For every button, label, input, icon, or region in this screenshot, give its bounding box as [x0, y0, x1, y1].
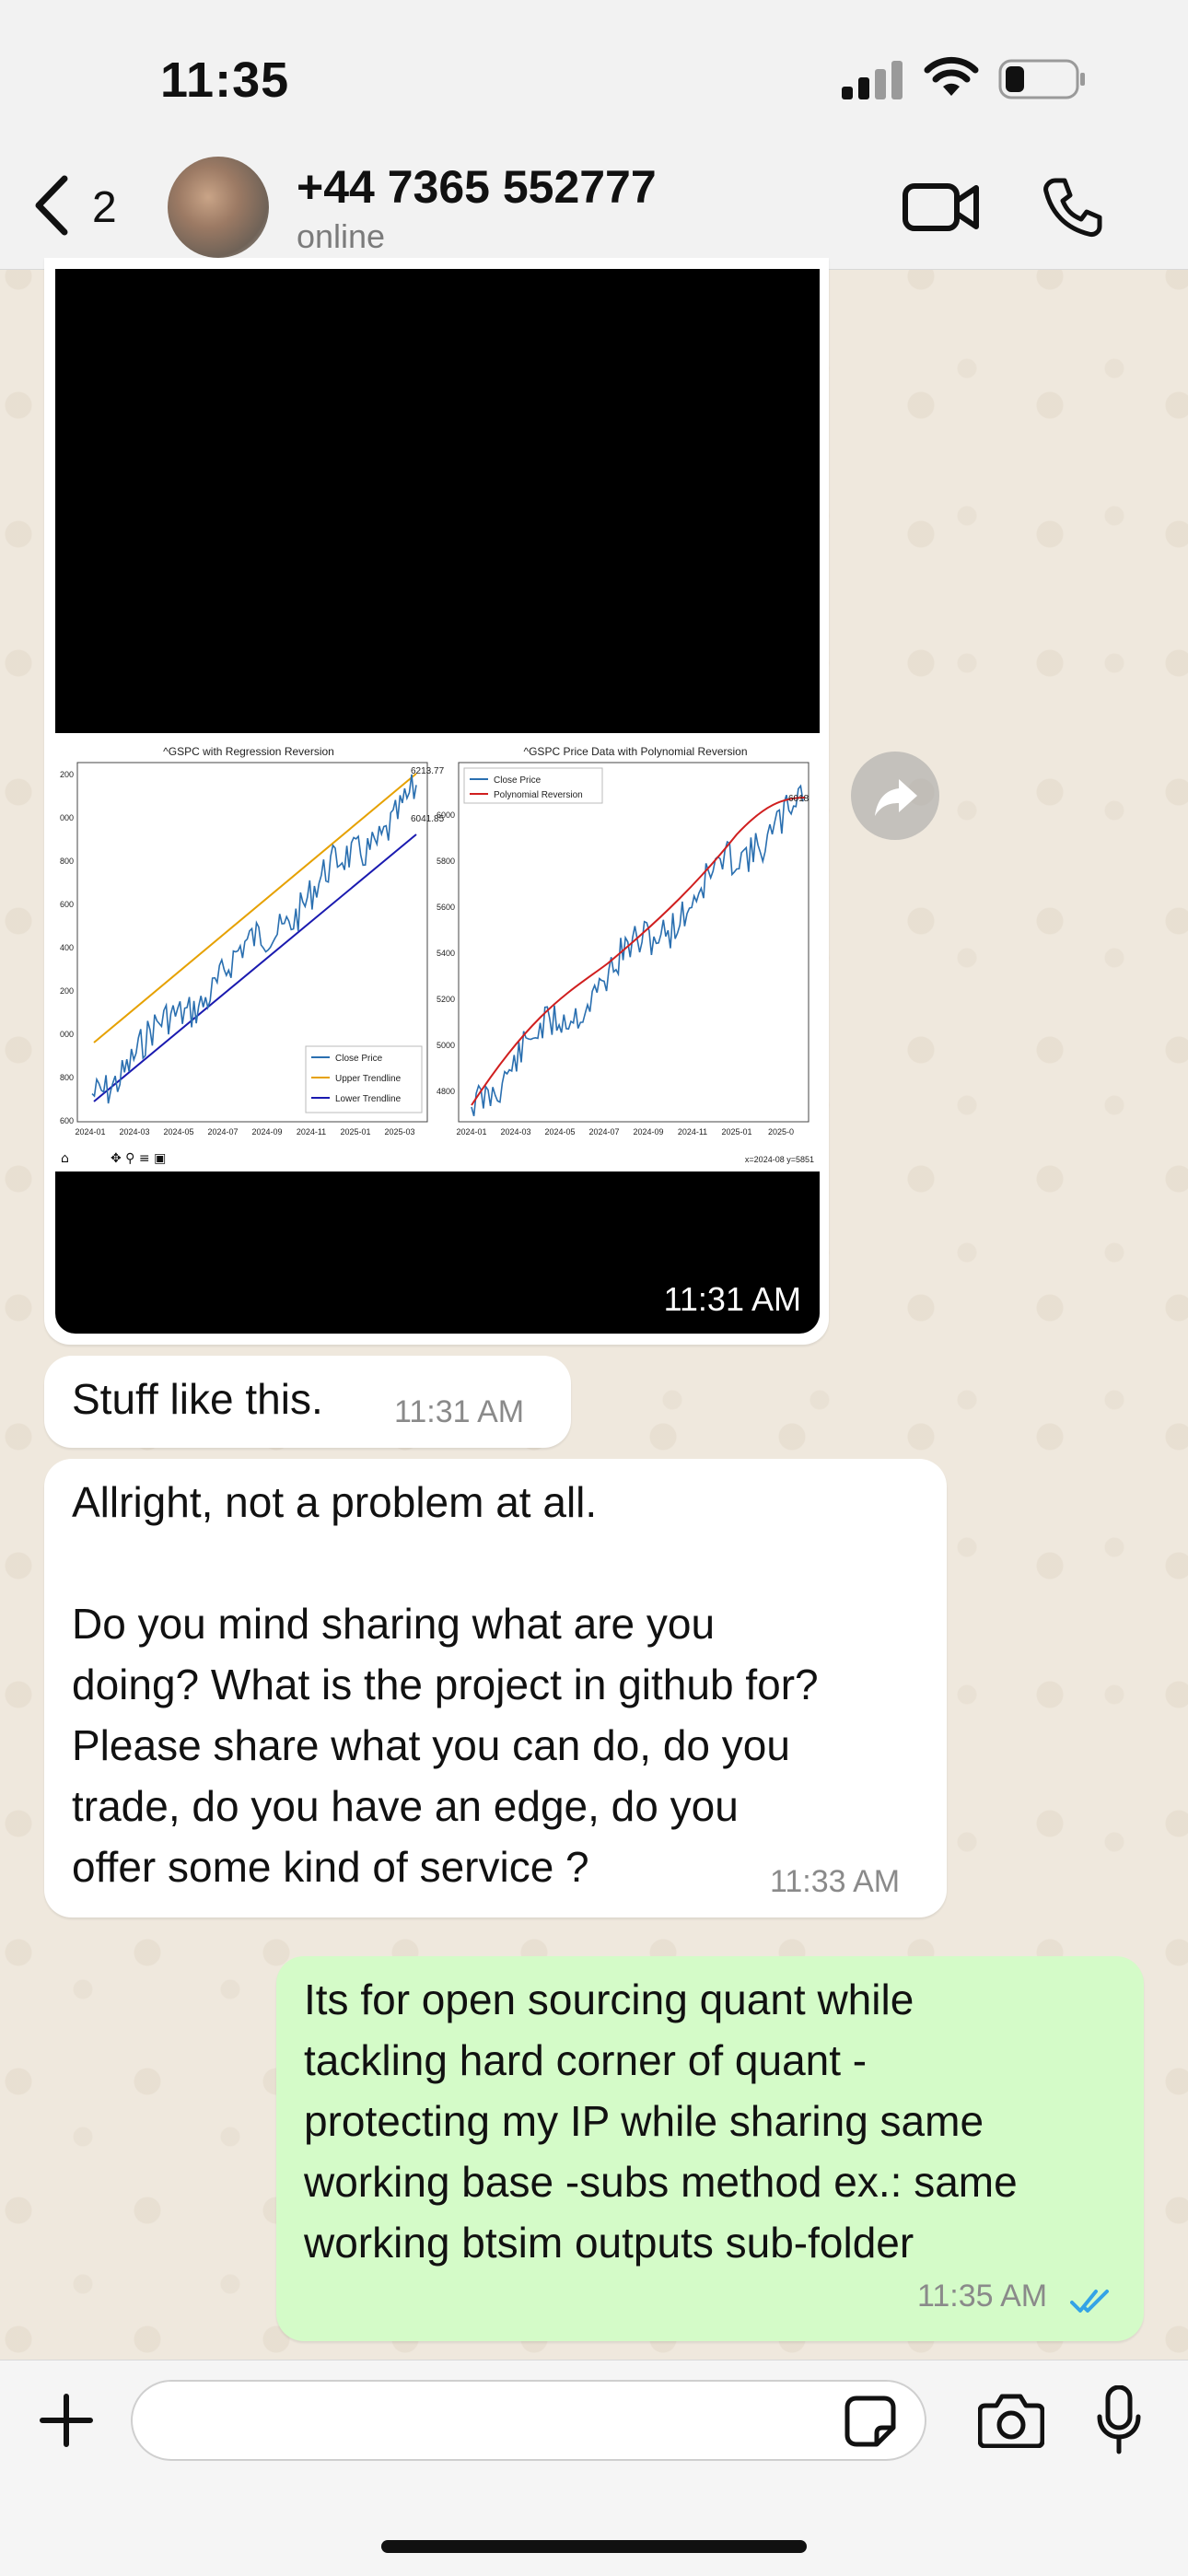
- message-text: Stuff like this.: [72, 1375, 323, 1423]
- image-black-area: [55, 269, 820, 733]
- forward-icon: [875, 779, 917, 816]
- mic-icon[interactable]: [1096, 2385, 1142, 2455]
- right-x-tick: 2025-0: [768, 1127, 794, 1136]
- message-time: 11:35 AM: [917, 2279, 1048, 2314]
- outgoing-message-bubble[interactable]: Its for open sourcing quant while tackli…: [276, 1956, 1144, 2341]
- left-y-tick: 200: [60, 986, 74, 996]
- forward-button[interactable]: [851, 752, 939, 840]
- plus-icon[interactable]: [37, 2391, 96, 2450]
- toolbar-status: x=2024-08 y=5851: [745, 1155, 814, 1164]
- right-chart-title: ^GSPC Price Data with Polynomial Reversi…: [523, 745, 747, 758]
- signal-icon: [842, 61, 903, 99]
- toolbar-home-icon: ⌂: [61, 1151, 69, 1166]
- annotation-right: 6018: [788, 794, 809, 804]
- message-time: 11:33 AM: [770, 1864, 901, 1899]
- right-y-tick: 6000: [437, 810, 455, 820]
- left-y-tick: 000: [60, 1030, 74, 1039]
- message-input[interactable]: [131, 2380, 926, 2461]
- annotation-upper: 6213.77: [411, 766, 445, 776]
- left-chart-title: ^GSPC with Regression Reversion: [163, 745, 334, 758]
- message-time: 11:31 AM: [394, 1394, 525, 1429]
- right-y-tick: 5800: [437, 857, 455, 866]
- home-indicator: [381, 2540, 807, 2553]
- left-x-tick: 2025-01: [340, 1127, 370, 1136]
- right-y-tick: 5200: [437, 995, 455, 1004]
- right-y-tick: 5600: [437, 903, 455, 912]
- left-x-tick: 2024-03: [119, 1127, 149, 1136]
- left-x-tick: 2025-03: [384, 1127, 414, 1136]
- legend-polynomial-reversion: Polynomial Reversion: [494, 790, 583, 800]
- right-x-tick: 2024-05: [544, 1127, 575, 1136]
- avatar[interactable]: [168, 157, 269, 258]
- right-x-tick: 2024-09: [633, 1127, 663, 1136]
- left-x-tick: 2024-05: [163, 1127, 193, 1136]
- video-call-icon[interactable]: [903, 177, 980, 236]
- back-chevron-icon[interactable]: [31, 173, 72, 238]
- right-y-tick: 5000: [437, 1041, 455, 1050]
- left-y-tick: 800: [60, 1073, 74, 1082]
- right-x-tick: 2024-11: [678, 1127, 707, 1136]
- battery-icon: [998, 59, 1085, 99]
- left-x-tick: 2024-01: [75, 1127, 105, 1136]
- left-y-tick: 600: [60, 1116, 74, 1125]
- left-x-tick: 2024-11: [297, 1127, 326, 1136]
- unread-count[interactable]: 2: [92, 182, 117, 233]
- message-text: Allright, not a problem at all. Do you m…: [72, 1478, 819, 1891]
- legend-lower-trendline: Lower Trendline: [335, 1094, 402, 1104]
- legend-close-price: Close Price: [335, 1054, 383, 1064]
- status-time: 11:35: [160, 52, 290, 108]
- left-y-tick: 800: [60, 857, 74, 866]
- incoming-message-bubble[interactable]: Allright, not a problem at all. Do you m…: [44, 1459, 947, 1917]
- chart-screenshot-image[interactable]: ^GSPC with Regression Reversion ^GSPC Pr…: [55, 733, 820, 1171]
- sticker-icon[interactable]: [844, 2395, 897, 2448]
- contact-status: online: [297, 217, 386, 255]
- toolbar-tools-icons: ✥ ⚲ ≡ ▣: [111, 1151, 166, 1166]
- legend-upper-trendline: Upper Trendline: [335, 1074, 402, 1084]
- left-y-tick: 400: [60, 943, 74, 952]
- contact-name[interactable]: +44 7365 552777: [297, 160, 657, 214]
- image-message-time: 11:31 AM: [663, 1280, 801, 1318]
- right-x-tick: 2024-03: [500, 1127, 530, 1136]
- message-text: Its for open sourcing quant while tackli…: [304, 1976, 1018, 2267]
- phone-icon[interactable]: [1041, 175, 1105, 239]
- right-x-tick: 2024-07: [588, 1127, 619, 1136]
- left-y-tick: 600: [60, 900, 74, 909]
- right-y-tick: 4800: [437, 1087, 455, 1096]
- right-y-tick: 5400: [437, 949, 455, 958]
- wifi-icon: [924, 56, 979, 96]
- left-y-tick: 200: [60, 770, 74, 779]
- left-y-tick: 000: [60, 813, 74, 822]
- chart-screenshot-svg: ^GSPC with Regression Reversion ^GSPC Pr…: [60, 745, 814, 1166]
- right-x-tick: 2025-01: [721, 1127, 751, 1136]
- read-ticks-icon: [1070, 2290, 1109, 2313]
- left-x-tick: 2024-09: [251, 1127, 282, 1136]
- incoming-message-bubble[interactable]: Stuff like this. 11:31 AM: [44, 1356, 571, 1448]
- left-x-tick: 2024-07: [207, 1127, 238, 1136]
- camera-icon[interactable]: [978, 2393, 1044, 2448]
- right-x-tick: 2024-01: [456, 1127, 486, 1136]
- legend-right-close-price: Close Price: [494, 775, 542, 786]
